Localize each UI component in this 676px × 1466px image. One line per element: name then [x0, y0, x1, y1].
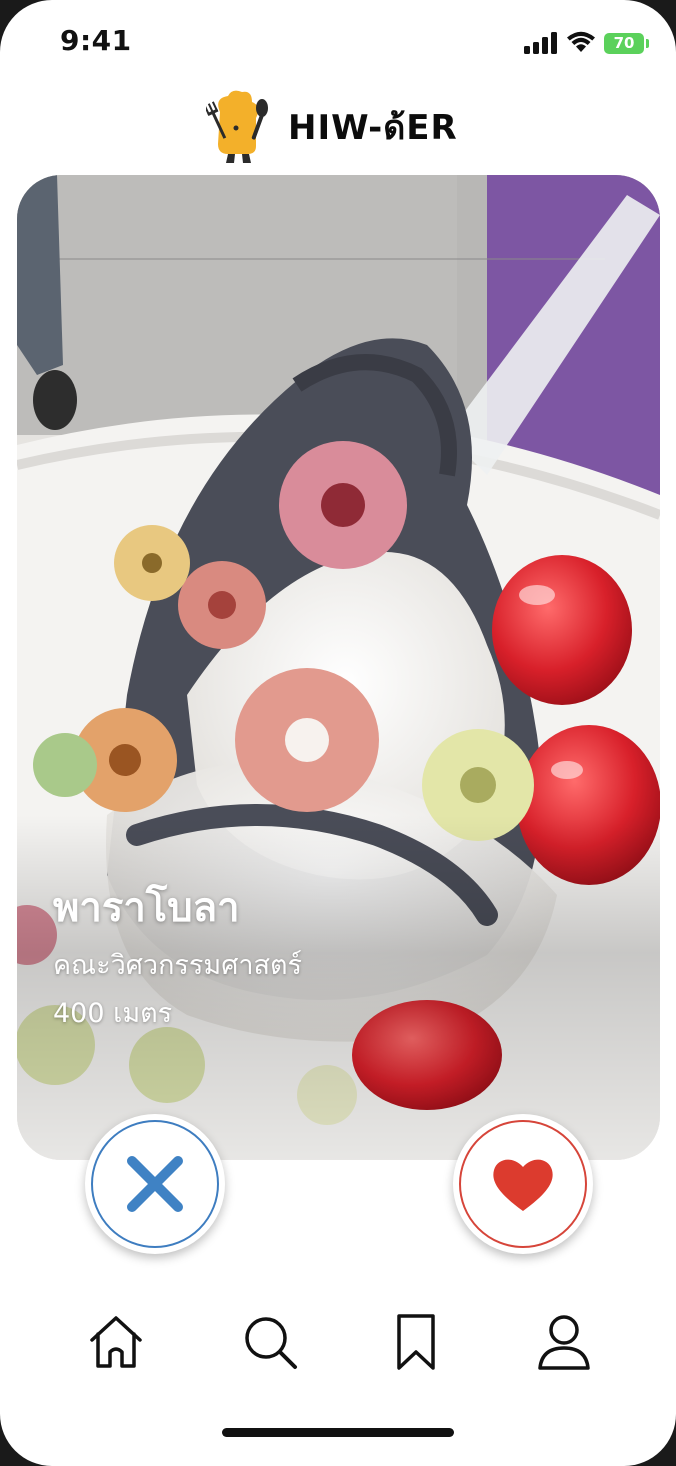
wifi-icon	[567, 31, 595, 52]
status-time: 9:41	[60, 24, 132, 57]
phone-screen: 9:41 70 HIW-ด้ER พาราโบลา คณะวิศวกรรมศาส…	[0, 0, 676, 1466]
profile-icon[interactable]	[534, 1312, 594, 1372]
home-indicator[interactable]	[222, 1428, 454, 1437]
battery-tip	[646, 39, 649, 48]
status-bar: 9:41 70	[0, 0, 676, 84]
restaurant-distance: 400 เมตร	[53, 998, 173, 1029]
battery-icon: 70	[604, 33, 644, 54]
search-icon[interactable]	[240, 1312, 300, 1372]
restaurant-name: พาราโบลา	[53, 885, 240, 931]
bookmark-icon[interactable]	[386, 1312, 446, 1372]
dislike-button[interactable]	[85, 1114, 225, 1254]
restaurant-location: คณะวิศวกรรมศาสตร์	[53, 950, 303, 981]
heart-icon	[493, 1159, 553, 1211]
signal-icon	[524, 32, 557, 54]
card-shade	[17, 815, 660, 1160]
app-name: HIW-ด้ER	[288, 108, 458, 148]
close-icon	[127, 1156, 183, 1212]
restaurant-card[interactable]: พาราโบลา คณะวิศวกรรมศาสตร์ 400 เมตร	[17, 175, 660, 1160]
home-icon[interactable]	[86, 1312, 146, 1372]
like-button[interactable]	[453, 1114, 593, 1254]
app-header: HIW-ด้ER	[0, 84, 676, 170]
chef-mascot-logo	[206, 90, 268, 163]
